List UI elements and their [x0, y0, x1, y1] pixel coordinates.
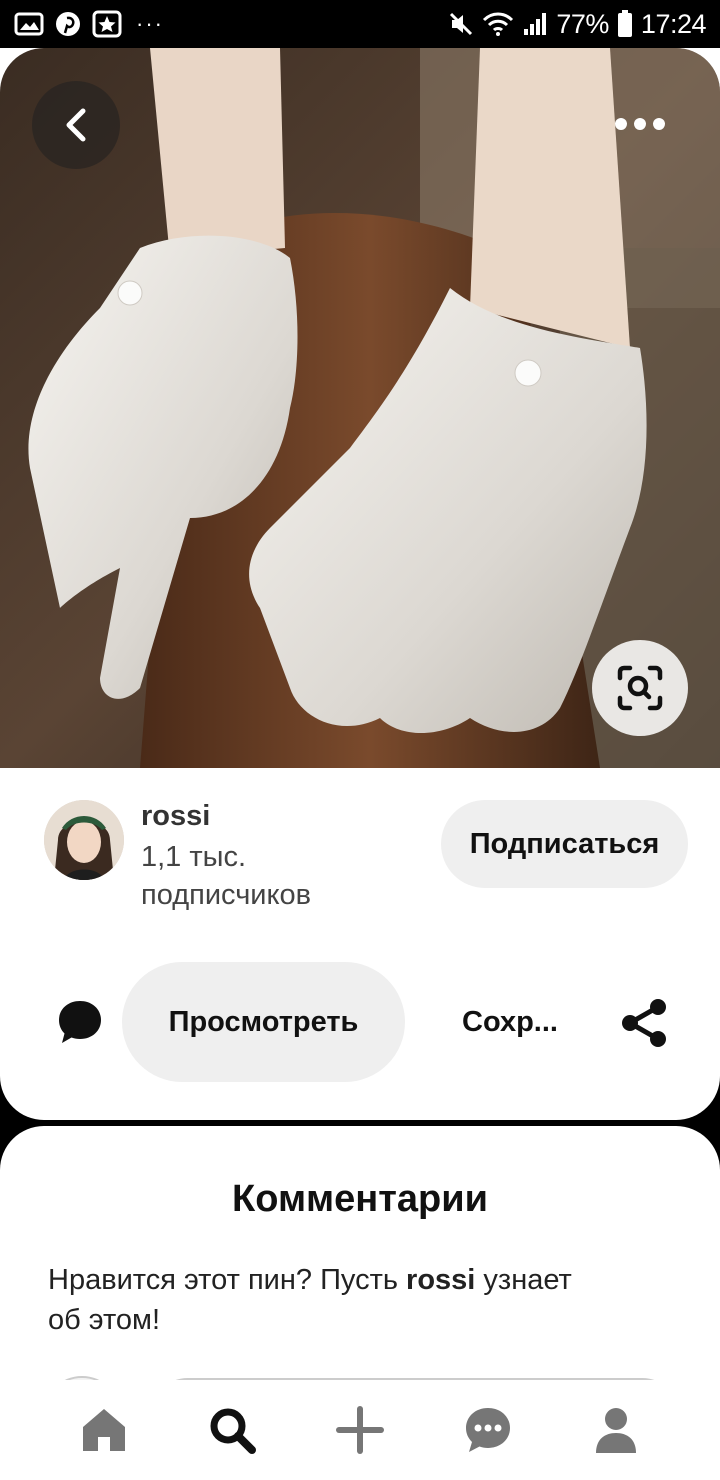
star-notification-icon: [92, 10, 122, 38]
view-button[interactable]: Просмотреть: [122, 962, 405, 1082]
profile-icon: [596, 1408, 636, 1453]
nav-home[interactable]: [69, 1395, 139, 1465]
follower-count: 1,1 тыс.: [141, 841, 247, 873]
more-horizontal-icon: [615, 118, 665, 130]
search-icon: [210, 1408, 256, 1454]
visual-search-icon: [617, 665, 663, 711]
comments-title: Комментарии: [232, 1178, 488, 1220]
author-avatar[interactable]: [44, 800, 124, 880]
nav-messages[interactable]: [453, 1395, 523, 1465]
follow-button[interactable]: Подписаться: [441, 800, 688, 888]
back-button[interactable]: [32, 81, 120, 169]
follower-label: подписчиков: [141, 879, 312, 911]
more-options-button[interactable]: [596, 98, 684, 150]
mute-icon: [450, 12, 473, 36]
author-name[interactable]: rossi: [141, 800, 210, 833]
nav-search[interactable]: [197, 1395, 267, 1465]
nav-create[interactable]: [325, 1395, 395, 1465]
battery-percent: 77%: [556, 8, 609, 39]
pinterest-notification-icon: [56, 12, 80, 36]
more-notifications-indicator: ···: [136, 11, 164, 36]
chevron-left-icon: [66, 108, 86, 142]
signal-icon: [524, 13, 547, 35]
comments-prompt-prefix: Нравится этот пин? Пусть: [48, 1264, 407, 1296]
share-icon: [622, 999, 666, 1047]
actions-row: Просмотреть Сохр...: [0, 962, 720, 1082]
messages-icon: [466, 1408, 510, 1452]
wifi-icon: [483, 12, 514, 36]
author-row: rossi 1,1 тыс. подписчиков Подписаться: [0, 788, 720, 911]
comments-prompt-user[interactable]: rossi: [406, 1264, 475, 1296]
clock: 17:24: [640, 8, 707, 39]
comment-button[interactable]: [56, 998, 104, 1046]
share-button[interactable]: [618, 997, 670, 1049]
nav-profile[interactable]: [581, 1395, 651, 1465]
speech-bubble-icon: [59, 1001, 101, 1043]
status-bar: ··· 77% 17:24: [0, 0, 720, 48]
battery-icon: [617, 10, 632, 37]
save-button[interactable]: Сохр...: [440, 962, 580, 1082]
home-icon: [83, 1409, 125, 1451]
bottom-nav: [0, 1380, 720, 1480]
pin-card: rossi 1,1 тыс. подписчиков Подписаться П…: [0, 48, 720, 1120]
plus-icon: [336, 1406, 384, 1454]
author-avatar-image: [44, 800, 124, 880]
visual-search-button[interactable]: [592, 640, 688, 736]
comments-prompt: Нравится этот пин? Пусть rossi узнает об…: [48, 1260, 608, 1340]
gallery-notification-icon: [14, 12, 44, 36]
pin-image[interactable]: [0, 48, 720, 768]
